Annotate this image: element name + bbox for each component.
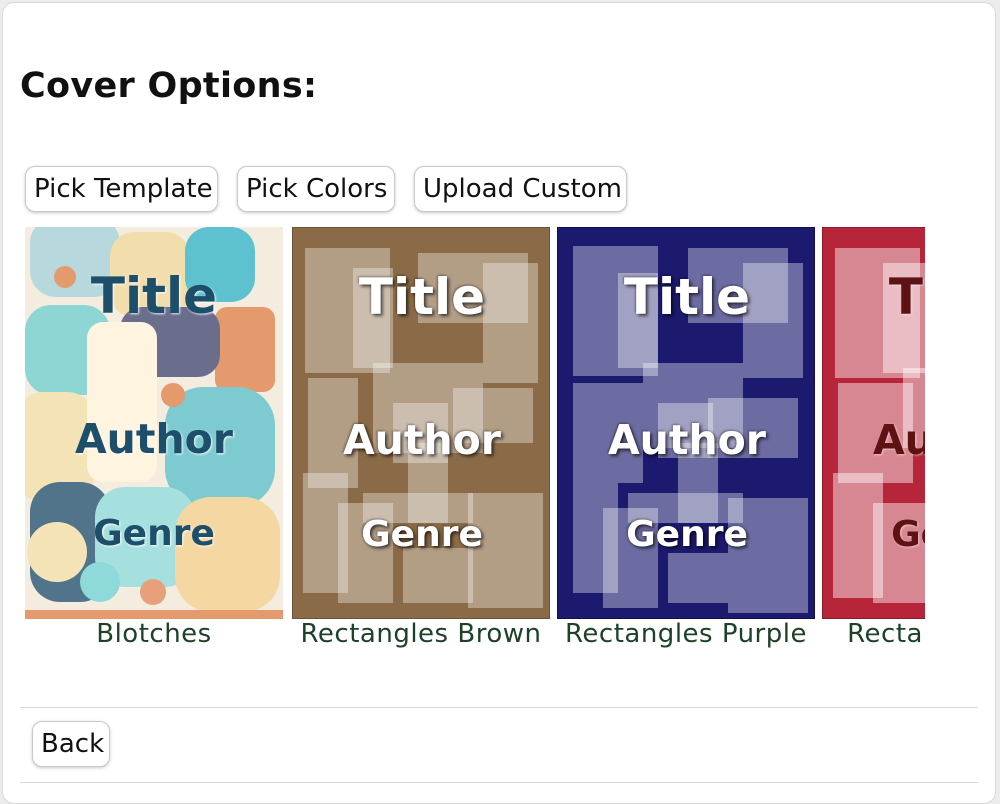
cover-option-label: Blotches (96, 619, 212, 649)
cover-thumbnail[interactable]: Title Author Genre (557, 227, 815, 619)
cover-option-rectangles-red[interactable]: Title Author Genre Rectangles Red (822, 227, 925, 657)
cover-author-text: Author (872, 416, 925, 464)
pick-template-button[interactable]: Pick Template (25, 166, 218, 212)
cover-thumbnail[interactable]: Title Author Genre (292, 227, 550, 619)
cover-option-label: Rectangles Brown (300, 619, 542, 649)
cover-option-blotches[interactable]: Title Author Genre Blotches (25, 227, 283, 657)
cover-genre-text: Genre (361, 514, 483, 555)
cover-title-text: Title (888, 268, 925, 326)
cover-genre-text: Genre (626, 514, 748, 555)
cover-genre-text: Genre (891, 514, 925, 555)
cover-option-rectangles-brown[interactable]: Title Author Genre Rectangles Brown (292, 227, 550, 657)
cover-author-text: Author (74, 415, 234, 463)
cover-author-text: Author (342, 416, 502, 464)
cover-genre-text: Genre (93, 513, 215, 554)
footer-divider (20, 782, 978, 783)
cover-thumbnail[interactable]: Title Author Genre (822, 227, 925, 619)
cover-title-text: Title (90, 267, 218, 325)
section-divider (20, 707, 978, 708)
cover-author-text: Author (607, 416, 767, 464)
cover-option-rectangles-purple[interactable]: Title Author Genre Rectangles Purple (557, 227, 815, 657)
back-button[interactable]: Back (32, 721, 110, 767)
cover-thumbnail[interactable]: Title Author Genre (25, 227, 283, 619)
cover-option-label: Rectangles Purple (565, 619, 807, 649)
pick-colors-button[interactable]: Pick Colors (237, 166, 395, 212)
cover-title-text: Title (623, 268, 751, 326)
cover-title-text: Title (358, 268, 486, 326)
cover-template-carousel[interactable]: Title Author Genre Blotches Title Author… (25, 227, 925, 657)
cover-option-label: Rectangles Red (847, 619, 925, 649)
upload-custom-button[interactable]: Upload Custom (414, 166, 627, 212)
page-title: Cover Options: (20, 66, 318, 106)
